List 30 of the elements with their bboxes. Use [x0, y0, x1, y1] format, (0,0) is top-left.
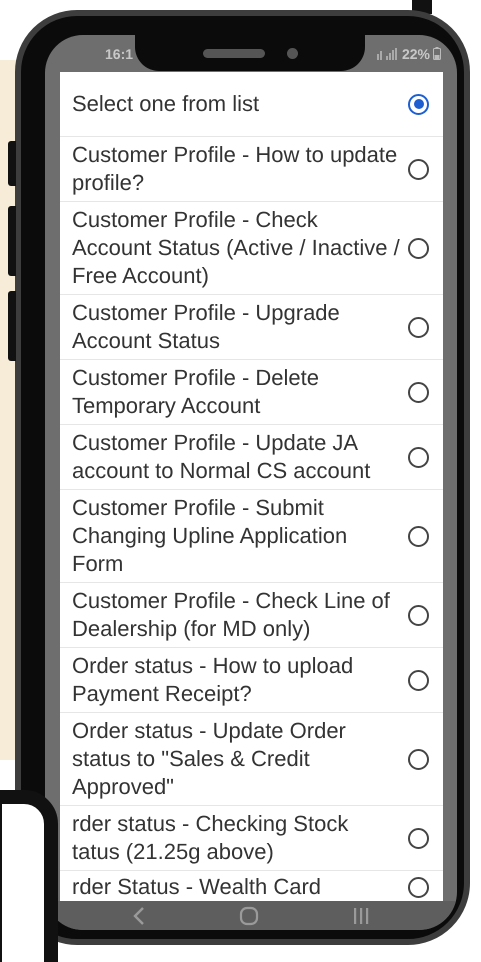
radio-button[interactable]	[408, 876, 429, 898]
list-option[interactable]: Customer Profile - Check Line of Dealership (for MD only)	[60, 583, 443, 648]
list-option[interactable]: rder status - Checking Stock tatus (21.25g above)	[60, 806, 443, 871]
radio-button[interactable]	[408, 670, 429, 690]
battery-level: 22%	[402, 46, 430, 62]
battery-icon	[433, 47, 441, 60]
list-option[interactable]: Select one from list	[60, 72, 443, 137]
radio-button[interactable]	[408, 238, 429, 258]
list-option[interactable]: Order status - How to upload Payment Receipt?	[60, 648, 443, 713]
radio-button[interactable]	[408, 526, 429, 546]
radio-button[interactable]	[408, 158, 429, 180]
signal-icon	[376, 48, 399, 60]
radio-button[interactable]	[408, 828, 429, 848]
list-option[interactable]: rder Status - Wealth Card	[60, 871, 443, 901]
camera-icon	[286, 48, 298, 58]
speaker-icon	[202, 48, 264, 58]
list-option[interactable]: Customer Profile - How to update profile?	[60, 137, 443, 202]
radio-button[interactable]	[408, 382, 429, 402]
radio-button[interactable]	[408, 94, 429, 114]
radio-button[interactable]	[408, 604, 429, 626]
list-option[interactable]: Order status - Update Order status to "Sales & Credit Approved"	[60, 713, 443, 806]
list-option[interactable]: Customer Profile - Upgrade Account Status	[60, 295, 443, 360]
radio-button[interactable]	[408, 316, 429, 338]
radio-button[interactable]	[408, 748, 429, 770]
radio-button[interactable]	[408, 446, 429, 468]
status-time: 16:1	[105, 46, 134, 62]
list-option[interactable]: Customer Profile - Delete Temporary Account	[60, 360, 443, 425]
list-option[interactable]: Customer Profile - Update JA account to Normal CS account	[60, 425, 443, 490]
list-option[interactable]: Customer Profile - Submit Changing Upline Application Form	[60, 490, 443, 583]
list-option[interactable]: Customer Profile - Check Account Status (Active / Inactive / Free Account)	[60, 202, 443, 295]
